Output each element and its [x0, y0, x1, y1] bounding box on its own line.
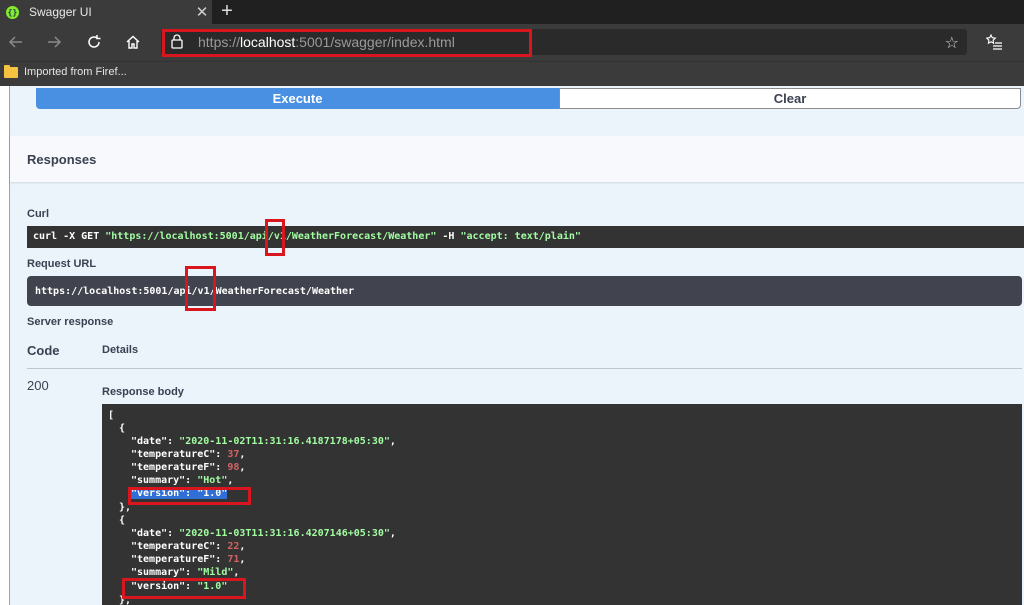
- status-code: 200: [27, 378, 49, 393]
- json-line-date: "date": "2020-11-03T11:31:16.4207146+05:…: [131, 528, 396, 539]
- responses-header: Responses: [10, 136, 1024, 182]
- clear-button[interactable]: Clear: [559, 88, 1021, 109]
- server-response-label: Server response: [27, 316, 114, 328]
- swagger-content: Execute Clear Responses Curl curl -X GET…: [0, 86, 1024, 605]
- back-icon[interactable]: [2, 28, 30, 56]
- code-column-header: Code: [27, 343, 60, 358]
- url-highlight-box: [162, 29, 532, 57]
- json-line-date: "date": "2020-11-02T11:31:16.4187178+05:…: [131, 436, 396, 447]
- tab-strip: {} Swagger UI ✕ +: [0, 0, 1024, 24]
- home-icon[interactable]: [119, 28, 147, 56]
- json-line-temperature-f: "temperatureF": 71,: [131, 554, 246, 565]
- bookmark-folder-imported[interactable]: Imported from Firef...: [24, 66, 127, 78]
- curl-cmd: curl -X GET: [33, 231, 106, 242]
- response-body-label: Response body: [102, 386, 184, 398]
- tab-title: Swagger UI: [29, 5, 92, 19]
- favorites-list-icon[interactable]: [980, 28, 1008, 56]
- curl-label: Curl: [27, 208, 49, 220]
- request-url-value[interactable]: https://localhost:5001/api/v1/WeatherFor…: [27, 276, 1022, 306]
- close-tab-icon[interactable]: ✕: [192, 3, 212, 21]
- new-tab-icon[interactable]: +: [216, 0, 238, 24]
- curl-flag: -H: [436, 231, 461, 242]
- refresh-icon[interactable]: [80, 28, 108, 56]
- json-line-temperature-c: "temperatureC": 22,: [131, 541, 246, 552]
- curl-header: "accept: text/plain": [460, 231, 581, 242]
- request-url-label: Request URL: [27, 258, 97, 270]
- json-line-summary: "summary": "Mild",: [131, 567, 240, 578]
- json-open-brace: {: [119, 423, 126, 434]
- json-line-temperature-c: "temperatureC": 37,: [131, 449, 246, 460]
- json-open-brace: {: [119, 515, 126, 526]
- browser-tab[interactable]: {} Swagger UI ✕: [0, 0, 212, 24]
- forward-icon[interactable]: [40, 28, 68, 56]
- swagger-favicon-icon: {}: [6, 5, 19, 19]
- bookmarks-bar: Imported from Firef...: [0, 61, 1024, 86]
- first-version-highlight-box: [128, 487, 251, 505]
- json-line-summary: "summary": "Hot",: [131, 475, 234, 486]
- curl-version-highlight-box: [265, 219, 285, 256]
- request-url-version-highlight-box: [185, 266, 216, 311]
- curl-command[interactable]: curl -X GET "https://localhost:5001/api/…: [27, 226, 1024, 248]
- json-open-bracket: [: [108, 410, 115, 421]
- second-version-highlight-box: [122, 578, 246, 599]
- execute-button[interactable]: Execute: [36, 88, 559, 109]
- responses-title: Responses: [27, 152, 97, 167]
- details-column-header: Details: [102, 344, 139, 356]
- favorite-star-icon[interactable]: ☆: [945, 33, 959, 53]
- json-line-temperature-f: "temperatureF": 98,: [131, 462, 246, 473]
- folder-icon: [4, 65, 18, 78]
- table-divider: [27, 368, 1022, 369]
